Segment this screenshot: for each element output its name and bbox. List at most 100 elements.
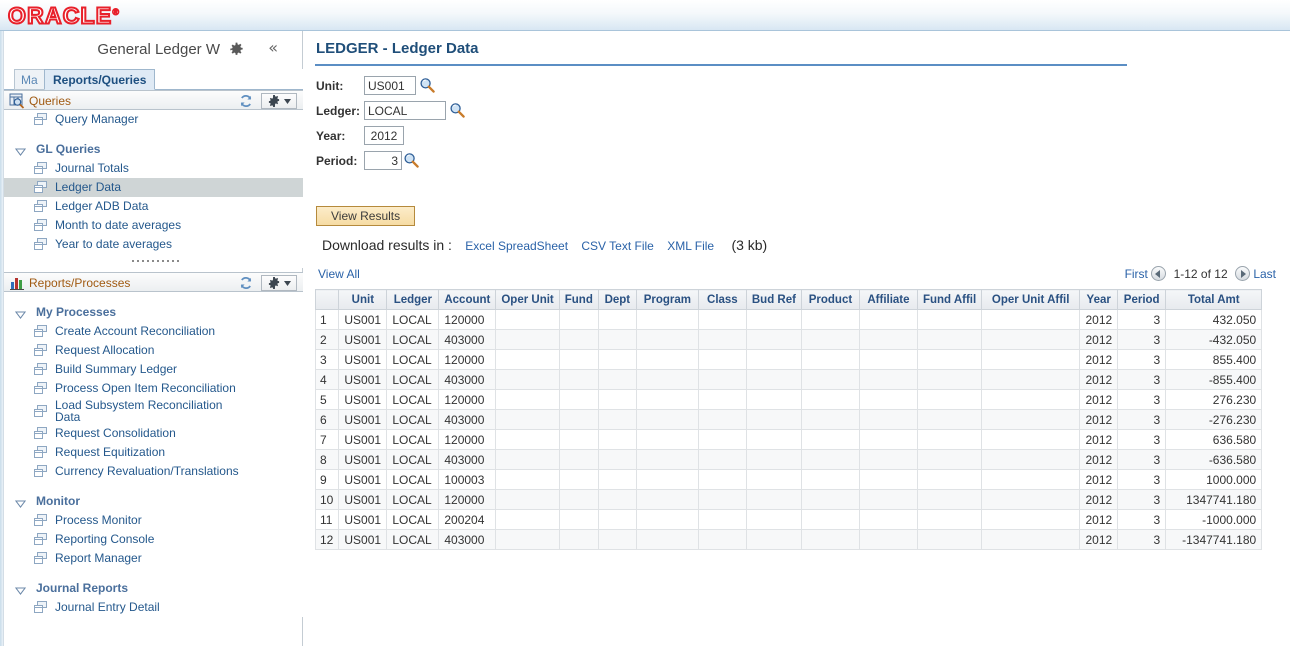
cell-program [636,330,698,350]
pagelet-header: Queries [4,90,303,110]
grid-header-affiliate[interactable]: Affiliate [859,290,917,310]
cell-affiliate [859,370,917,390]
nav-group-journal-reports[interactable]: Journal Reports [4,579,303,598]
nav-item-currency-revaluation-translations[interactable]: Currency Revaluation/Translations [4,462,303,481]
chevron-down-icon[interactable] [15,584,26,598]
grid-header-bud-ref[interactable]: Bud Ref [746,290,801,310]
view-all-link[interactable]: View All [318,267,360,281]
tab-main[interactable]: Ma [14,69,48,90]
input-ledger[interactable] [364,101,446,120]
nav-item-create-account-reconciliation[interactable]: Create Account Reconciliation [4,322,303,341]
chevron-down-icon[interactable] [15,497,26,511]
nav-item-month-to-date-averages[interactable]: Month to date averages [4,216,303,235]
lookup-magnifier-icon-ledger[interactable] [449,102,465,118]
input-unit[interactable] [364,76,416,95]
chevron-down-icon[interactable] [15,145,26,159]
cell-fund [559,470,598,490]
chevron-down-icon[interactable] [15,308,26,322]
cell-year: 2012 [1080,470,1118,490]
nav-item-journal-totals[interactable]: Journal Totals [4,159,303,178]
cell-fund [559,490,598,510]
cell-dept [598,470,636,490]
nav-group-my-processes[interactable]: My Processes [4,303,303,322]
nav-item-request-allocation[interactable]: Request Allocation [4,341,303,360]
nav-item-request-consolidation[interactable]: Request Consolidation [4,424,303,443]
nav-item-label: Month to date averages [55,218,181,232]
grid-header-program[interactable]: Program [636,290,698,310]
cell-class [698,370,746,390]
nav-item-label: Load Subsystem Reconciliation Data [55,399,245,423]
grid-header-year[interactable]: Year [1080,290,1118,310]
cell-year: 2012 [1080,510,1118,530]
nav-item-label: Report Manager [55,551,142,565]
grid-header-fund[interactable]: Fund [559,290,598,310]
grid-header-fund-affil[interactable]: Fund Affil [917,290,981,310]
grid-header-index[interactable] [316,290,339,310]
nav-item-report-manager[interactable]: Report Manager [4,549,303,568]
csv-download-link[interactable]: CSV Text File [581,239,653,253]
view-results-button[interactable]: View Results [316,206,415,226]
gear-dropdown-icon[interactable] [261,275,297,291]
pagelet-title: Queries [29,94,71,108]
pager-last-link[interactable]: Last [1253,267,1276,281]
row-index-cell: 9 [316,470,339,490]
nav-item-year-to-date-averages[interactable]: Year to date averages [4,235,303,254]
cell-total-amt: 636.580 [1166,430,1262,450]
nav-item-load-subsystem-reconciliation-data[interactable]: Load Subsystem Reconciliation Data [4,398,303,424]
cell-product [801,330,859,350]
nav-item-build-summary-ledger[interactable]: Build Summary Ledger [4,360,303,379]
cell-program [636,470,698,490]
cell-bud-ref [746,450,801,470]
cell-bud-ref [746,430,801,450]
nav-item-process-open-item-reconciliation[interactable]: Process Open Item Reconciliation [4,379,303,398]
input-year[interactable] [364,126,404,145]
grid-header-ledger[interactable]: Ledger [387,290,439,310]
pager-previous-icon[interactable] [1151,266,1166,281]
grid-header-account[interactable]: Account [439,290,496,310]
grid-header-class[interactable]: Class [698,290,746,310]
cell-bud-ref [746,390,801,410]
collapse-panel-icon[interactable]: « [268,38,278,57]
cell-fund [559,410,598,430]
nav-item-reporting-console[interactable]: Reporting Console [4,530,303,549]
lookup-magnifier-icon-unit[interactable] [419,77,435,93]
cell-class [698,390,746,410]
nav-item-label: Reporting Console [55,532,154,546]
grid-header-oper-unit[interactable]: Oper Unit [496,290,559,310]
nav-item-label: Request Allocation [55,343,154,357]
nav-item-ledger-adb-data[interactable]: Ledger ADB Data [4,197,303,216]
grid-header-total-amt[interactable]: Total Amt [1166,290,1262,310]
cell-total-amt: -1347741.180 [1166,530,1262,550]
query-link-icon [34,446,47,458]
pager-next-icon[interactable] [1235,266,1250,281]
cell-unit: US001 [339,450,387,470]
input-period[interactable] [364,151,402,170]
xml-download-link[interactable]: XML File [667,239,714,253]
grid-header-unit[interactable]: Unit [339,290,387,310]
nav-item-request-equitization[interactable]: Request Equitization [4,443,303,462]
title-underline [315,64,1127,66]
nav-item-journal-entry-detail[interactable]: Journal Entry Detail [4,598,303,617]
pager-first-link[interactable]: First [1125,267,1148,281]
nav-item-label: Journal Entry Detail [55,600,160,614]
grid-header-dept[interactable]: Dept [598,290,636,310]
gear-dropdown-icon[interactable] [261,93,297,109]
lookup-magnifier-icon-period[interactable] [403,152,419,168]
nav-group-monitor[interactable]: Monitor [4,492,303,511]
grid-header-period[interactable]: Period [1118,290,1166,310]
excel-download-link[interactable]: Excel SpreadSheet [465,239,568,253]
nav-item-label: Process Monitor [55,513,142,527]
grid-header-oper-unit-affil[interactable]: Oper Unit Affil [982,290,1080,310]
cell-account: 120000 [439,430,496,450]
nav-item-query-manager[interactable]: Query Manager [4,110,303,129]
refresh-icon[interactable] [239,276,253,290]
gear-icon[interactable] [229,42,244,57]
tab-reports-queries[interactable]: Reports/Queries [44,69,155,90]
nav-group-gl-queries[interactable]: GL Queries [4,140,303,159]
cell-oper-unit [496,530,559,550]
nav-item-ledger-data[interactable]: Ledger Data [4,178,303,197]
query-link-icon [34,533,47,545]
grid-header-product[interactable]: Product [801,290,859,310]
nav-item-process-monitor[interactable]: Process Monitor [4,511,303,530]
refresh-icon[interactable] [239,94,253,108]
